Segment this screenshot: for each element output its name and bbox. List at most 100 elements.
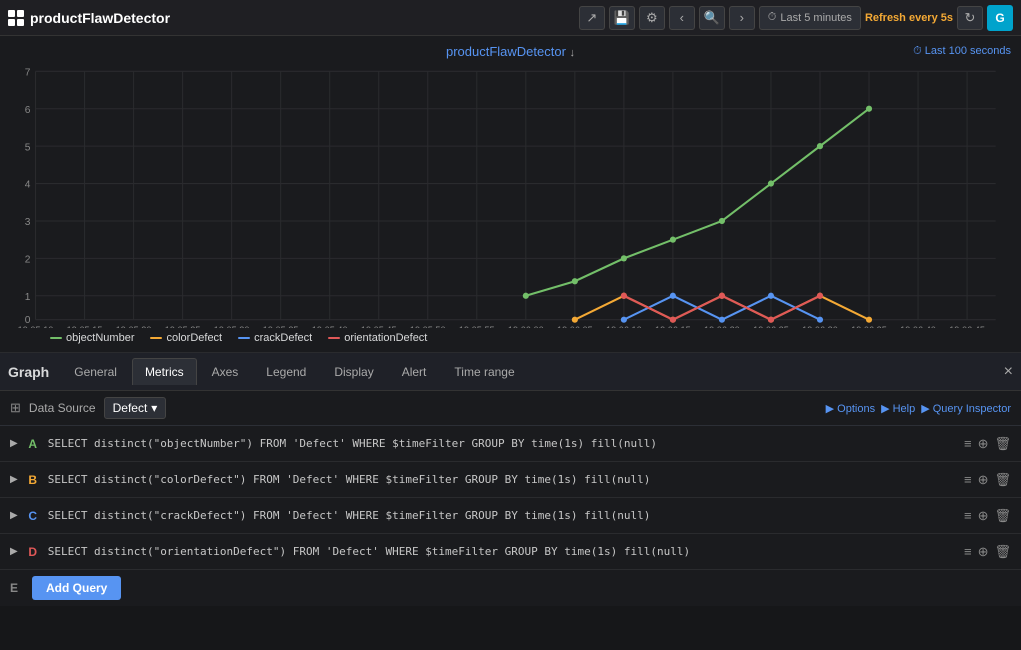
datasource-value: Defect	[113, 401, 148, 415]
datasource-actions: ▶ Options ▶ Help ▶ Query Inspector	[826, 402, 1011, 415]
query-text-a: SELECT distinct("objectNumber") FROM 'De…	[48, 437, 956, 450]
legend-item-crackdefect: crackDefect	[238, 332, 312, 344]
chart-title[interactable]: productFlawDetector ↓	[344, 44, 678, 59]
tab-display[interactable]: Display	[321, 358, 386, 385]
query-delete-c[interactable]: 🗑	[994, 508, 1011, 524]
tab-axes[interactable]: Axes	[199, 358, 252, 385]
query-menu-a[interactable]: ≡	[964, 436, 972, 451]
svg-text:19:05:20: 19:05:20	[116, 325, 152, 328]
query-toggle-a[interactable]: ▶	[10, 438, 18, 449]
svg-text:19:05:40: 19:05:40	[312, 325, 348, 328]
svg-text:4: 4	[25, 180, 31, 191]
topbar: productFlawDetector ↗ 💾 ⚙ ‹ 🔍 › ⏱ Last 5…	[0, 0, 1021, 36]
query-actions-d: ≡ ⊕ 🗑	[964, 544, 1011, 560]
svg-text:19:06:35: 19:06:35	[851, 325, 887, 328]
query-toggle-d[interactable]: ▶	[10, 546, 18, 557]
select-arrow-icon: ▾	[151, 401, 157, 415]
add-query-button[interactable]: Add Query	[32, 576, 121, 600]
app-title: productFlawDetector	[30, 10, 170, 26]
legend-label-crackdefect: crackDefect	[254, 332, 312, 344]
tab-metrics[interactable]: Metrics	[132, 358, 197, 385]
chart-title-arrow: ↓	[570, 47, 576, 59]
svg-text:19:05:55: 19:05:55	[459, 325, 495, 328]
time-range[interactable]: ⏱ Last 5 minutes	[759, 6, 861, 30]
query-letter-a: A	[26, 437, 40, 451]
refresh-button[interactable]: ↻	[957, 6, 983, 30]
legend-color-objectnumber	[50, 337, 62, 339]
query-copy-d[interactable]: ⊕	[978, 544, 989, 560]
time-label: Last 5 minutes	[780, 12, 852, 24]
legend-item-colordefect: colorDefect	[150, 332, 222, 344]
share-button[interactable]: ↗	[579, 6, 605, 30]
chart-canvas: 7 6 5 4 3 2 1 0	[10, 63, 1011, 328]
query-menu-b[interactable]: ≡	[964, 472, 972, 487]
save-button[interactable]: 💾	[609, 6, 635, 30]
panel-tabs: Graph General Metrics Axes Legend Displa…	[0, 353, 1021, 391]
query-toggle-b[interactable]: ▶	[10, 474, 18, 485]
forward-icon: ›	[740, 10, 744, 25]
svg-text:19:05:45: 19:05:45	[361, 325, 397, 328]
query-letter-b: B	[26, 473, 40, 487]
query-delete-d[interactable]: 🗑	[994, 544, 1011, 560]
query-menu-d[interactable]: ≡	[964, 544, 972, 559]
query-copy-a[interactable]: ⊕	[978, 436, 989, 452]
query-copy-c[interactable]: ⊕	[978, 508, 989, 524]
legend-color-orientationdefect	[328, 337, 340, 339]
tab-general[interactable]: General	[61, 358, 130, 385]
settings-button[interactable]: ⚙	[639, 6, 665, 30]
datasource-icon: ⊞	[10, 400, 21, 416]
query-row-b: ▶ B SELECT distinct("colorDefect") FROM …	[0, 462, 1021, 498]
query-row-d: ▶ D SELECT distinct("orientationDefect")…	[0, 534, 1021, 570]
query-actions-c: ≡ ⊕ 🗑	[964, 508, 1011, 524]
legend-color-crackdefect	[238, 337, 250, 339]
svg-text:19:06:00: 19:06:00	[508, 325, 544, 328]
datasource-label: Data Source	[29, 401, 96, 415]
legend-label-colordefect: colorDefect	[166, 332, 222, 344]
legend-label-orientationdefect: orientationDefect	[344, 332, 427, 344]
refresh-label: Refresh every 5s	[865, 12, 953, 24]
svg-text:6: 6	[25, 105, 31, 116]
tab-alert[interactable]: Alert	[389, 358, 440, 385]
chart-last-info: ⏱ Last 100 seconds	[913, 45, 1011, 58]
svg-text:19:05:50: 19:05:50	[410, 325, 446, 328]
save-icon: 💾	[614, 10, 630, 26]
tab-timerange[interactable]: Time range	[441, 358, 527, 385]
avatar[interactable]: G	[987, 5, 1013, 31]
query-delete-b[interactable]: 🗑	[994, 472, 1011, 488]
query-actions-a: ≡ ⊕ 🗑	[964, 436, 1011, 452]
settings-icon: ⚙	[646, 10, 658, 26]
back-button[interactable]: ‹	[669, 6, 695, 30]
svg-text:1: 1	[25, 292, 31, 303]
options-button[interactable]: ▶ Options	[826, 402, 875, 415]
chart-svg: 7 6 5 4 3 2 1 0	[10, 63, 1011, 328]
svg-text:19:05:25: 19:05:25	[165, 325, 201, 328]
zoom-button[interactable]: 🔍	[699, 6, 725, 30]
add-query-row: E Add Query	[0, 570, 1021, 606]
forward-button[interactable]: ›	[729, 6, 755, 30]
svg-text:3: 3	[25, 217, 31, 228]
close-button[interactable]: ×	[1004, 363, 1013, 381]
svg-text:19:06:10: 19:06:10	[606, 325, 642, 328]
help-button[interactable]: ▶ Help	[881, 402, 915, 415]
query-delete-a[interactable]: 🗑	[994, 436, 1011, 452]
chart-legend: objectNumber colorDefect crackDefect ori…	[10, 328, 1011, 348]
back-icon: ‹	[680, 10, 684, 25]
query-menu-c[interactable]: ≡	[964, 508, 972, 523]
topbar-actions: ↗ 💾 ⚙ ‹ 🔍 › ⏱ Last 5 minutes Refresh eve…	[579, 5, 1013, 31]
tab-legend[interactable]: Legend	[253, 358, 319, 385]
query-toggle-c[interactable]: ▶	[10, 510, 18, 521]
query-letter-c: C	[26, 509, 40, 523]
query-row-a: ▶ A SELECT distinct("objectNumber") FROM…	[0, 426, 1021, 462]
app-logo: productFlawDetector	[8, 10, 571, 26]
svg-text:19:05:35: 19:05:35	[263, 325, 299, 328]
datasource-select[interactable]: Defect ▾	[104, 397, 167, 419]
svg-text:7: 7	[25, 67, 31, 78]
query-copy-b[interactable]: ⊕	[978, 472, 989, 488]
queries-area: ▶ A SELECT distinct("objectNumber") FROM…	[0, 426, 1021, 606]
share-icon: ↗	[586, 10, 597, 26]
legend-item-objectnumber: objectNumber	[50, 332, 134, 344]
svg-text:19:06:15: 19:06:15	[655, 325, 691, 328]
query-inspector-button[interactable]: ▶ Query Inspector	[921, 402, 1011, 415]
legend-label-objectnumber: objectNumber	[66, 332, 134, 344]
legend-color-colordefect	[150, 337, 162, 339]
